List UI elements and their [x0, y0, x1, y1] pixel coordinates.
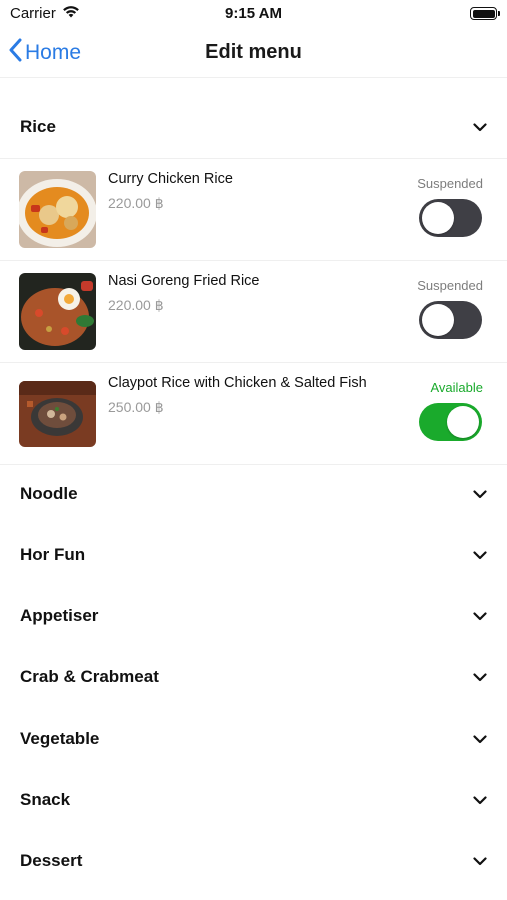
- clock: 9:15 AM: [225, 5, 282, 22]
- chevron-down-icon: [473, 120, 487, 134]
- page-title: Edit menu: [205, 41, 302, 63]
- navigation-bar: Home Edit menu: [0, 28, 507, 78]
- chevron-down-icon: [473, 854, 487, 868]
- availability-toggle[interactable]: [419, 199, 482, 237]
- availability-toggle[interactable]: [419, 301, 482, 339]
- chevron-down-icon: [473, 609, 487, 623]
- item-name: Nasi Goreng Fried Rice: [108, 273, 260, 289]
- section-appetiser[interactable]: Appetiser: [0, 588, 507, 644]
- item-price: 220.00 ฿: [108, 195, 164, 211]
- section-noodle[interactable]: Noodle: [0, 466, 507, 522]
- section-label: Rice: [20, 117, 56, 136]
- item-price: 220.00 ฿: [108, 297, 164, 313]
- availability-status: Suspended: [417, 176, 483, 191]
- section-label: Snack: [20, 790, 71, 809]
- availability-status: Available: [430, 380, 483, 395]
- section-rice[interactable]: Rice: [0, 99, 507, 155]
- chevron-down-icon: [473, 548, 487, 562]
- section-vegetable[interactable]: Vegetable: [0, 711, 507, 767]
- chevron-down-icon: [473, 793, 487, 807]
- item-price: 250.00 ฿: [108, 399, 164, 415]
- section-label: Crab & Crabmeat: [20, 667, 159, 686]
- section-label: Hor Fun: [20, 545, 86, 564]
- section-label: Dessert: [20, 851, 83, 870]
- food-photo: [19, 171, 96, 248]
- section-hor-fun[interactable]: Hor Fun: [0, 527, 507, 583]
- section-label: Vegetable: [20, 729, 100, 748]
- section-dessert[interactable]: Dessert: [0, 833, 507, 889]
- section-label: Noodle: [20, 484, 78, 503]
- status-bar: Carrier 9:15 AM: [0, 0, 507, 28]
- item-name: Curry Chicken Rice: [108, 171, 233, 187]
- battery-icon: [470, 7, 500, 20]
- section-label: Appetiser: [20, 606, 99, 625]
- availability-status: Suspended: [417, 278, 483, 293]
- food-photo: [19, 381, 96, 447]
- menu-item-row: Curry Chicken Rice 220.00 ฿ Suspended: [0, 158, 507, 260]
- divider: [0, 464, 507, 465]
- chevron-down-icon: [473, 487, 487, 501]
- item-name: Claypot Rice with Chicken & Salted Fish: [108, 375, 367, 391]
- menu-item-row: Nasi Goreng Fried Rice 220.00 ฿ Suspende…: [0, 260, 507, 362]
- chevron-down-icon: [473, 732, 487, 746]
- menu-item-row: Claypot Rice with Chicken & Salted Fish …: [0, 362, 507, 464]
- availability-toggle[interactable]: [419, 403, 482, 441]
- section-crab[interactable]: Crab & Crabmeat: [0, 649, 507, 705]
- chevron-down-icon: [473, 670, 487, 684]
- food-photo: [19, 273, 96, 350]
- section-snack[interactable]: Snack: [0, 772, 507, 828]
